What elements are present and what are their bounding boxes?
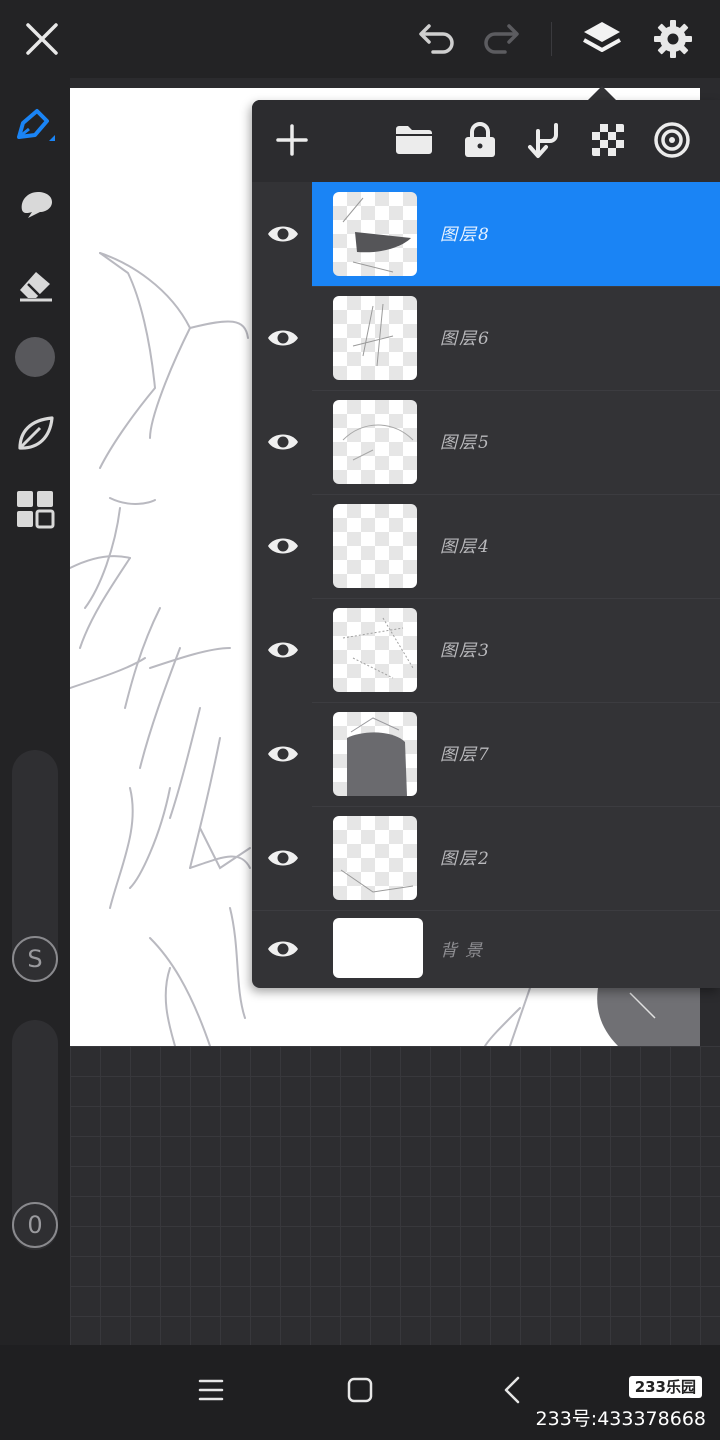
layer-name: 图层3: [440, 641, 491, 661]
eye-icon[interactable]: [258, 729, 308, 779]
layer-row[interactable]: 图层6: [252, 286, 720, 390]
divider: [551, 22, 552, 56]
eye-icon[interactable]: [258, 417, 308, 467]
layer-thumbnail: [333, 816, 417, 900]
layer-name: 图层8: [440, 225, 491, 245]
grid-icon[interactable]: [10, 484, 60, 534]
panel-pointer: [588, 86, 616, 100]
layer-row[interactable]: 图层2: [252, 806, 720, 910]
eye-icon[interactable]: [258, 625, 308, 675]
eye-icon[interactable]: [258, 833, 308, 883]
eye-icon[interactable]: [258, 521, 308, 571]
layer-thumbnail: [333, 712, 417, 796]
brush-size-handle[interactable]: S: [12, 936, 58, 982]
watermark-id: 233号:433378668: [535, 1408, 706, 1430]
redo-icon[interactable]: [476, 14, 526, 64]
workspace-background: [70, 1046, 720, 1345]
lock-icon[interactable]: [456, 116, 504, 164]
eye-icon[interactable]: [258, 924, 308, 974]
merge-down-icon[interactable]: [520, 116, 568, 164]
layer-thumbnail: [333, 400, 417, 484]
layer-thumbnail: [333, 504, 417, 588]
top-toolbar: [0, 0, 720, 78]
layers-icon[interactable]: [577, 14, 627, 64]
layer-name: 图层5: [440, 433, 491, 453]
pen-icon[interactable]: [10, 100, 60, 150]
target-icon[interactable]: [648, 116, 696, 164]
opacity-handle[interactable]: 0: [12, 1202, 58, 1248]
folder-icon[interactable]: [390, 116, 438, 164]
color-swatch[interactable]: [10, 332, 60, 382]
leaf-icon[interactable]: [10, 408, 60, 458]
layer-name: 图层2: [440, 849, 491, 869]
layer-thumbnail: [333, 918, 423, 978]
layer-name: 图层7: [440, 745, 491, 765]
layers-panel: 图层8 图层6 图层5 图层4 图层3 图层7 图层2 背景: [252, 100, 720, 988]
add-icon[interactable]: [268, 116, 316, 164]
layer-thumbnail: [333, 608, 417, 692]
layer-thumbnail: [333, 192, 417, 276]
eye-icon[interactable]: [258, 313, 308, 363]
layer-row[interactable]: 图层8: [252, 182, 720, 286]
eraser-icon[interactable]: [10, 258, 60, 308]
settings-icon[interactable]: [648, 14, 698, 64]
menu-icon[interactable]: [186, 1365, 236, 1415]
layer-row[interactable]: 图层7: [252, 702, 720, 806]
undo-icon[interactable]: [412, 14, 462, 64]
smudge-icon[interactable]: [10, 180, 60, 230]
back-icon[interactable]: [487, 1365, 537, 1415]
transparency-icon[interactable]: [584, 116, 632, 164]
layer-thumbnail: [333, 296, 417, 380]
close-icon[interactable]: [17, 14, 67, 64]
layers-toolbar: [252, 100, 720, 182]
watermark-logo: 233乐园: [628, 1376, 702, 1398]
layer-row[interactable]: 图层4: [252, 494, 720, 598]
layer-row[interactable]: 图层3: [252, 598, 720, 702]
layer-row[interactable]: 背景: [252, 910, 720, 988]
layer-name: 图层4: [440, 537, 491, 557]
eye-icon[interactable]: [258, 209, 308, 259]
layer-name: 背景: [440, 941, 490, 961]
layer-row[interactable]: 图层5: [252, 390, 720, 494]
layer-name: 图层6: [440, 329, 491, 349]
tool-sidebar: S 0: [0, 78, 70, 1345]
home-icon[interactable]: [335, 1365, 385, 1415]
